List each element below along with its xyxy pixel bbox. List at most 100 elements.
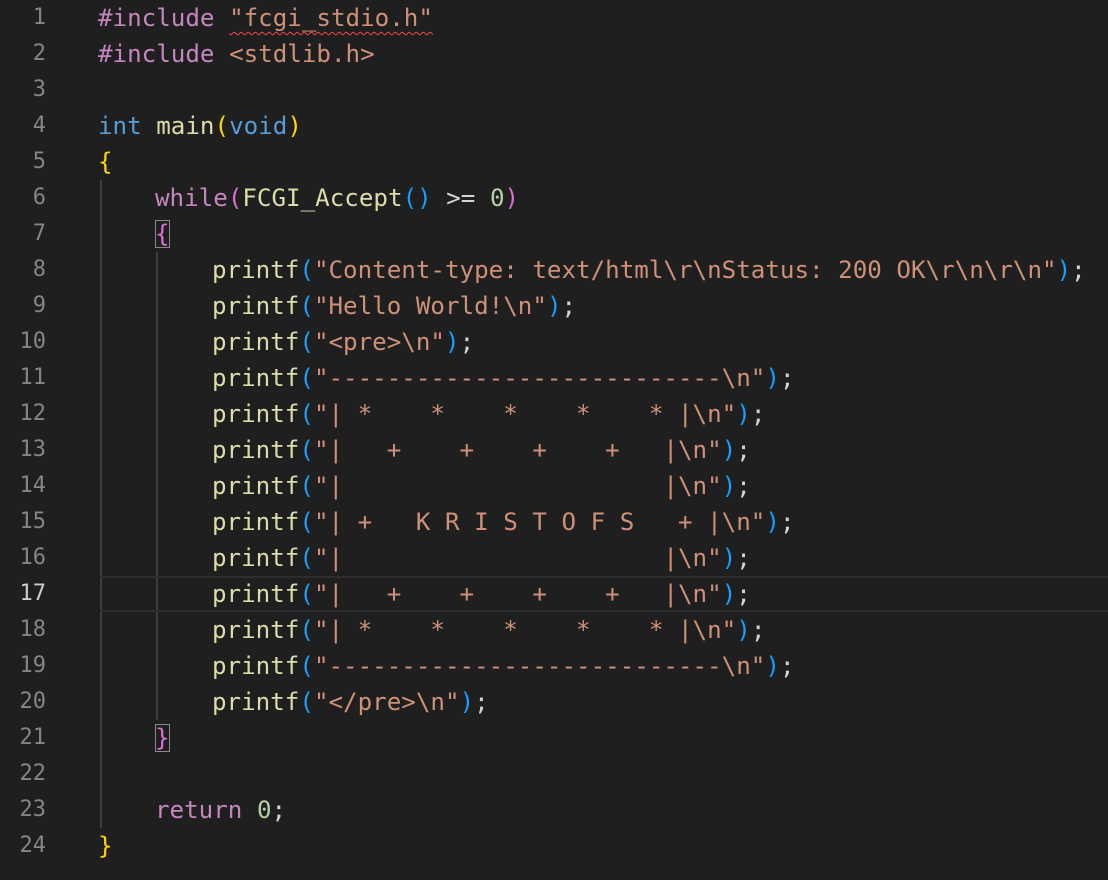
code-line[interactable]: 6 while(FCGI_Accept() >= 0) xyxy=(0,180,1108,216)
code-token: int xyxy=(98,112,142,140)
code-token: ) xyxy=(504,184,520,212)
code-line[interactable]: 15 printf("| + K R I S T O F S + |\n"); xyxy=(0,504,1108,540)
code-token: ; xyxy=(736,472,751,500)
code-token: ( xyxy=(214,112,230,140)
code-token: ) xyxy=(721,580,737,608)
code-text: return 0; xyxy=(155,792,286,828)
code-line[interactable]: 1 #include "fcgi_stdio.h" xyxy=(0,0,1108,36)
code-token: ; xyxy=(779,652,795,680)
line-number: 22 xyxy=(19,761,47,786)
code-line[interactable]: 20 printf("</pre>\n"); xyxy=(0,684,1108,720)
line-number: 10 xyxy=(19,329,47,354)
code-line[interactable]: 2 #include <stdlib.h> xyxy=(0,36,1108,72)
code-token: ) xyxy=(765,364,780,392)
code-text: #include "fcgi_stdio.h" xyxy=(98,0,433,36)
line-number: 15 xyxy=(19,509,47,534)
code-token: FCGI_Accept xyxy=(242,184,403,212)
code-line[interactable]: 4 int main(void) xyxy=(0,108,1108,144)
code-line[interactable]: 18 printf("| * * * * * |\n"); xyxy=(0,612,1108,648)
code-token: printf xyxy=(212,400,300,428)
code-token: 0 xyxy=(256,796,272,824)
line-number: 9 xyxy=(32,293,46,318)
code-text: } xyxy=(155,720,170,756)
code-token: "---------------------------\n" xyxy=(313,364,766,392)
code-line[interactable]: 7{ xyxy=(0,216,1108,252)
code-token: ) xyxy=(546,292,562,320)
code-line[interactable]: 8 printf("Content-type: text/html\r\nStat… xyxy=(0,252,1108,288)
code-token: "| + + + + |\n" xyxy=(313,436,722,464)
code-token: printf xyxy=(212,364,300,392)
code-text: int main(void) xyxy=(98,108,302,144)
code-token: ( xyxy=(299,364,314,392)
code-token: <stdlib.h> xyxy=(229,40,375,68)
code-token: { xyxy=(98,148,113,176)
line-number: 3 xyxy=(32,77,46,102)
code-line[interactable]: 17 printf("| + + + + |\n"); xyxy=(0,576,1108,612)
line-number: 23 xyxy=(19,797,47,822)
code-token: ( xyxy=(299,544,314,572)
code-token: ) xyxy=(721,544,737,572)
code-line[interactable]: 19 printf("---------------------------\n"… xyxy=(0,648,1108,684)
code-token: ) xyxy=(736,400,751,428)
code-text: printf("---------------------------\n"); xyxy=(212,648,795,684)
code-line[interactable]: 9 printf("Hello World!\n"); xyxy=(0,288,1108,324)
code-text: printf("| * * * * * |\n"); xyxy=(212,396,765,432)
code-token: #include xyxy=(98,40,215,68)
code-token: ; xyxy=(474,688,489,716)
line-number: 16 xyxy=(19,545,47,570)
code-token: #include xyxy=(98,4,215,32)
code-token: ; xyxy=(750,400,766,428)
code-token: "<pre>\n" xyxy=(313,328,445,356)
line-number: 18 xyxy=(19,617,47,642)
code-token: ( xyxy=(299,616,314,644)
code-token: printf xyxy=(212,256,300,284)
line-number: 21 xyxy=(19,725,47,750)
line-number: 12 xyxy=(19,401,47,426)
code-line[interactable]: 16 printf("| |\n"); xyxy=(0,540,1108,576)
code-token: ) xyxy=(765,508,780,536)
code-line[interactable]: 24} xyxy=(0,828,1108,864)
code-token: } xyxy=(155,724,170,752)
code-token: ; xyxy=(736,544,751,572)
code-line[interactable]: 13 printf("| + + + + |\n"); xyxy=(0,432,1108,468)
line-number: 8 xyxy=(32,257,46,282)
code-line[interactable]: 21} xyxy=(0,720,1108,756)
code-text: printf("<pre>\n"); xyxy=(212,324,474,360)
code-token: printf xyxy=(212,688,300,716)
code-token: "| + + + + |\n" xyxy=(313,580,722,608)
code-token: ( xyxy=(299,688,314,716)
line-number: 2 xyxy=(32,41,46,66)
code-token: printf xyxy=(212,652,300,680)
code-line[interactable]: 14 printf("| |\n"); xyxy=(0,468,1108,504)
code-token: ( xyxy=(227,184,243,212)
code-token: >= xyxy=(431,184,490,212)
code-line[interactable]: 3 xyxy=(0,72,1108,108)
line-number: 20 xyxy=(19,689,47,714)
line-number: 4 xyxy=(32,113,46,138)
code-token: ( xyxy=(299,328,314,356)
code-token: printf xyxy=(212,616,300,644)
line-number: 5 xyxy=(32,149,46,174)
code-text: printf("Content-type: text/html\r\nStatu… xyxy=(212,252,1086,288)
code-text: printf("</pre>\n"); xyxy=(212,684,489,720)
code-token: void xyxy=(229,112,288,140)
line-number: 1 xyxy=(32,5,46,30)
code-token: ( xyxy=(299,652,314,680)
code-token: return xyxy=(155,796,243,824)
code-token: () xyxy=(402,184,432,212)
code-token: ; xyxy=(561,292,577,320)
code-line[interactable]: 23 return 0; xyxy=(0,792,1108,828)
code-line[interactable]: 10 printf("<pre>\n"); xyxy=(0,324,1108,360)
code-token: printf xyxy=(212,580,300,608)
code-editor[interactable]: 1 #include "fcgi_stdio.h" 2 #include <stdli… xyxy=(0,0,1108,880)
line-number: 24 xyxy=(19,833,47,858)
code-line[interactable]: 22 xyxy=(0,756,1108,792)
code-token: ( xyxy=(299,292,314,320)
code-line[interactable]: 5{ xyxy=(0,144,1108,180)
code-line[interactable]: 11 printf("---------------------------\n"… xyxy=(0,360,1108,396)
code-line[interactable]: 12 printf("| * * * * * |\n"); xyxy=(0,396,1108,432)
code-text: printf("| + K R I S T O F S + |\n"); xyxy=(212,504,795,540)
